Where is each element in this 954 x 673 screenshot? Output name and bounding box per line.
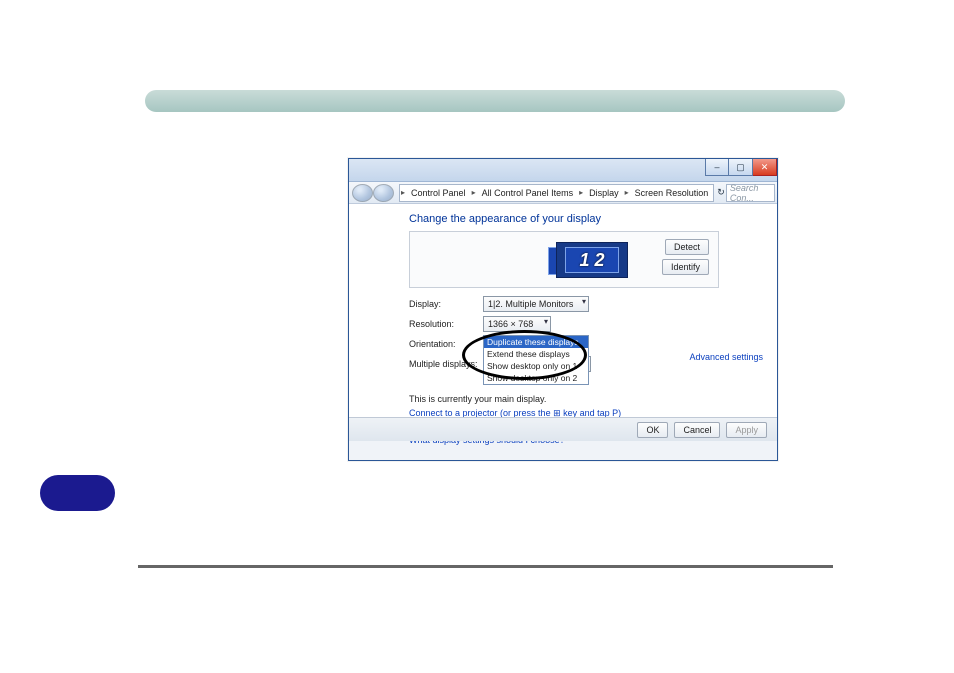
multiple-displays-label: Multiple displays: [409, 359, 483, 369]
maximize-button[interactable]: ▢ [729, 159, 753, 176]
display-preview: 1 2 Detect Identify [409, 231, 719, 288]
refresh-icon[interactable]: ↻ [716, 187, 726, 198]
ok-button[interactable]: OK [637, 422, 668, 438]
monitor-thumb-main[interactable]: 1 2 [556, 242, 628, 278]
resolution-select[interactable]: 1366 × 768 [483, 316, 551, 332]
section-header-bar [145, 90, 845, 112]
multiple-displays-dropdown[interactable]: Duplicate these displays Extend these di… [483, 335, 589, 385]
title-bar: – ▢ ✕ [349, 159, 777, 182]
breadcrumb-item[interactable]: Screen Resolution [630, 188, 714, 198]
main-display-note: This is currently your main display. [409, 394, 763, 404]
orientation-label: Orientation: [409, 339, 483, 349]
dialog-footer: OK Cancel Apply [349, 417, 777, 441]
search-placeholder: Search Con... [730, 183, 771, 203]
display-label: Display: [409, 299, 483, 309]
content-area: Change the appearance of your display 1 … [349, 204, 777, 441]
page-side-badge [40, 475, 115, 511]
detect-button[interactable]: Detect [665, 239, 709, 255]
apply-button[interactable]: Apply [726, 422, 767, 438]
breadcrumb[interactable]: ▸ Control Panel ▸ All Control Panel Item… [399, 184, 714, 202]
dropdown-option[interactable]: Show desktop only on 2 [484, 372, 588, 384]
forward-button[interactable] [373, 184, 394, 202]
page-heading: Change the appearance of your display [409, 213, 763, 225]
dropdown-option[interactable]: Show desktop only on 1 [484, 360, 588, 372]
breadcrumb-item[interactable]: Display [584, 188, 624, 198]
monitor-overlay-number: 1 2 [565, 247, 619, 273]
address-bar-row: ▸ Control Panel ▸ All Control Panel Item… [349, 182, 777, 204]
horizontal-rule [138, 565, 833, 568]
cancel-button[interactable]: Cancel [674, 422, 720, 438]
dropdown-option[interactable]: Duplicate these displays [484, 336, 588, 348]
identify-button[interactable]: Identify [662, 259, 709, 275]
resolution-label: Resolution: [409, 319, 483, 329]
display-select[interactable]: 1|2. Multiple Monitors [483, 296, 589, 312]
advanced-settings-link[interactable]: Advanced settings [689, 352, 763, 362]
dropdown-option[interactable]: Extend these displays [484, 348, 588, 360]
back-button[interactable] [352, 184, 373, 202]
search-input[interactable]: Search Con... [726, 184, 775, 202]
minimize-button[interactable]: – [705, 159, 729, 176]
close-button[interactable]: ✕ [753, 159, 777, 176]
window-screen-resolution: – ▢ ✕ ▸ Control Panel ▸ All Control Pane… [348, 158, 778, 461]
breadcrumb-item[interactable]: Control Panel [406, 188, 471, 198]
breadcrumb-item[interactable]: All Control Panel Items [477, 188, 579, 198]
